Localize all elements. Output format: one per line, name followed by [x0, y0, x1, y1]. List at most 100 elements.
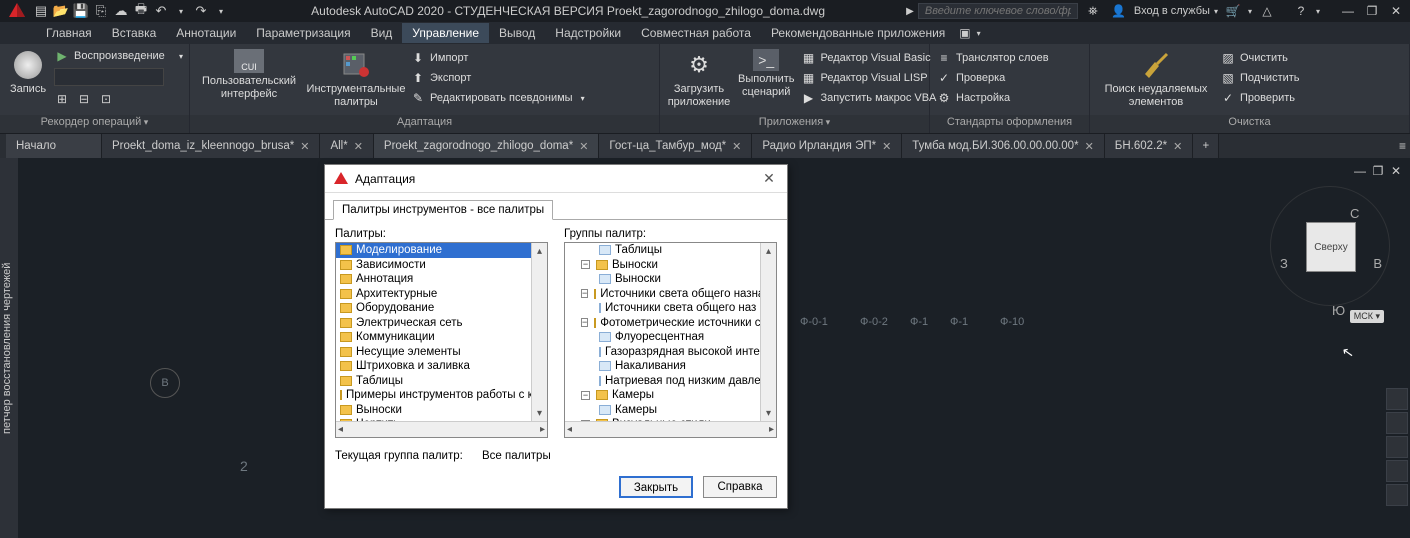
viewport-max-icon[interactable]: ❐ [1370, 164, 1386, 178]
tab-annotate[interactable]: Аннотации [166, 23, 246, 43]
qat-plot-icon[interactable]: 🖶 [132, 2, 150, 20]
toolpalettes-button[interactable]: Инструментальные палитры [306, 47, 406, 111]
edit-aliases-button[interactable]: ✎Редактировать псевдонимы▾ [410, 89, 585, 107]
doc-tab-1[interactable]: All*✕ [320, 134, 373, 158]
qat-undo-icon[interactable]: ↶ [152, 2, 170, 20]
palette-item[interactable]: Архитектурные [336, 287, 531, 302]
dialog-tab-palettes[interactable]: Палитры инструментов - все палитры [333, 200, 553, 220]
palette-item[interactable]: Коммуникации [336, 330, 531, 345]
audit-button[interactable]: ✓Проверить [1220, 89, 1300, 107]
layer-translate-button[interactable]: ≡Транслятор слоев [936, 49, 1049, 67]
viewcube[interactable]: Сверху С В Ю З [1270, 186, 1390, 326]
tab-home[interactable]: Главная [36, 23, 102, 43]
viewcube-face[interactable]: Сверху [1306, 222, 1356, 272]
window-minimize-icon[interactable]: — [1338, 2, 1358, 20]
dialog-close-icon[interactable]: ✕ [759, 170, 779, 187]
exchange-icon[interactable]: 🛒 [1222, 2, 1244, 20]
compass-w[interactable]: З [1280, 256, 1288, 271]
scrollbar-horizontal[interactable]: ◂▸ [336, 421, 547, 437]
palette-item[interactable]: Примеры инструментов работы с ко [336, 388, 531, 403]
infocenter-icon[interactable]: ⛯ [1082, 2, 1104, 20]
navbar-zoom-icon[interactable] [1386, 436, 1408, 458]
expand-toggle[interactable]: − [581, 391, 590, 400]
export-button[interactable]: ⬆Экспорт [410, 69, 585, 87]
palette-item[interactable]: Электрическая сеть [336, 316, 531, 331]
runscript-button[interactable]: >_ Выполнить сценарий [736, 47, 796, 101]
palette-item[interactable]: Штриховка и заливка [336, 359, 531, 374]
doc-tab-2[interactable]: Proekt_zagorodnogo_zhilogo_doma*✕ [374, 134, 599, 158]
tab-addins[interactable]: Надстройки [545, 23, 631, 43]
compass-s[interactable]: Ю [1332, 303, 1345, 318]
action-select[interactable] [54, 68, 164, 86]
window-close-icon[interactable]: ✕ [1386, 2, 1406, 20]
group-leaf[interactable]: Накаливания [565, 359, 760, 374]
check-button[interactable]: ✓Проверка [936, 69, 1049, 87]
tab-parametric[interactable]: Параметризация [246, 23, 360, 43]
group-node[interactable]: −Камеры [565, 388, 760, 403]
panel-apps-title[interactable]: Приложения [660, 115, 929, 133]
palette-item[interactable]: Моделирование [336, 243, 531, 258]
expand-toggle[interactable]: − [581, 260, 590, 269]
close-icon[interactable]: ✕ [882, 140, 891, 153]
expand-toggle[interactable]: − [581, 318, 588, 327]
window-restore-icon[interactable]: ❐ [1362, 2, 1382, 20]
apps-box-icon[interactable]: ▣ [959, 26, 970, 40]
signin-icon[interactable]: 👤 [1108, 2, 1130, 20]
signin-label[interactable]: Вход в службы [1134, 5, 1210, 17]
group-node[interactable]: −Источники света общего назнач [565, 287, 760, 302]
palette-item[interactable]: Таблицы [336, 374, 531, 389]
group-node[interactable]: −Выноски [565, 258, 760, 273]
navigation-bar[interactable] [1386, 388, 1408, 506]
group-node[interactable]: −Фотометрические источники све [565, 316, 760, 331]
start-tab[interactable]: Начало [6, 134, 102, 158]
group-leaf[interactable]: Камеры [565, 403, 760, 418]
tab-collab[interactable]: Совместная работа [631, 23, 761, 43]
compass-e[interactable]: В [1373, 256, 1382, 271]
vbedit-button[interactable]: ▦Редактор Visual Basic [800, 49, 936, 67]
close-icon[interactable]: ✕ [1173, 140, 1182, 153]
scrollbar-horizontal[interactable]: ◂▸ [565, 421, 776, 437]
doc-tab-6[interactable]: БН.602.2*✕ [1105, 134, 1194, 158]
qat-undo-drop-icon[interactable]: ▾ [172, 2, 190, 20]
navbar-wheel-icon[interactable] [1386, 388, 1408, 410]
qat-cloud-icon[interactable]: ☁ [112, 2, 130, 20]
group-leaf[interactable]: Газоразрядная высокой инте [565, 345, 760, 360]
scrollbar-vertical[interactable]: ▴▾ [760, 243, 776, 421]
close-icon[interactable]: ✕ [354, 140, 363, 153]
group-leaf[interactable]: Выноски [565, 272, 760, 287]
palette-item[interactable]: Зависимости [336, 258, 531, 273]
viewport-close-icon[interactable]: ✕ [1388, 164, 1404, 178]
help-button[interactable]: Справка [703, 476, 777, 498]
rec-option3-icon[interactable]: ⊡ [98, 91, 114, 107]
palette-item[interactable]: Выноски [336, 403, 531, 418]
drawing-recovery-panel[interactable]: петчер восстановления чертежей [0, 158, 18, 538]
tidy-button[interactable]: ▧Подчистить [1220, 69, 1300, 87]
search-arrow-icon[interactable]: ▶ [906, 6, 914, 17]
close-icon[interactable]: ✕ [300, 140, 309, 153]
record-button[interactable]: Запись [6, 47, 50, 98]
tab-view[interactable]: Вид [361, 23, 403, 43]
navbar-orbit-icon[interactable] [1386, 460, 1408, 482]
import-button[interactable]: ⬇Импорт [410, 49, 585, 67]
tab-insert[interactable]: Вставка [102, 23, 167, 43]
palette-item[interactable]: Оборудование [336, 301, 531, 316]
doc-tab-3[interactable]: Гост-ца_Тамбур_мод*✕ [599, 134, 752, 158]
apps-drop-icon[interactable]: ▾ [977, 29, 981, 38]
qat-new-icon[interactable]: ▤ [32, 2, 50, 20]
rec-option1-icon[interactable]: ⊞ [54, 91, 70, 107]
navbar-pan-icon[interactable] [1386, 412, 1408, 434]
qat-redo-icon[interactable]: ↷ [192, 2, 210, 20]
navbar-showmotion-icon[interactable] [1386, 484, 1408, 506]
help-icon[interactable]: ? [1290, 2, 1312, 20]
keyword-search-input[interactable] [918, 3, 1078, 19]
qat-redo-drop-icon[interactable]: ▾ [212, 2, 230, 20]
runmacro-button[interactable]: ▶Запустить макрос VBA [800, 89, 936, 107]
palette-item[interactable]: Аннотация [336, 272, 531, 287]
doc-tab-5[interactable]: Тумба мод.БИ.306.00.00.00.00*✕ [902, 134, 1104, 158]
play-button[interactable]: ▶ Воспроизведение ▾ [54, 47, 183, 65]
loadapp-button[interactable]: ⚙ Загрузить приложение [666, 47, 732, 111]
close-icon[interactable]: ✕ [579, 140, 588, 153]
a360-icon[interactable]: △ [1256, 2, 1278, 20]
groups-treeview[interactable]: Таблицы−ВыноскиВыноски−Источники света о… [564, 242, 777, 438]
find-unpurgeable-button[interactable]: Поиск неудаляемых элементов [1096, 47, 1216, 111]
